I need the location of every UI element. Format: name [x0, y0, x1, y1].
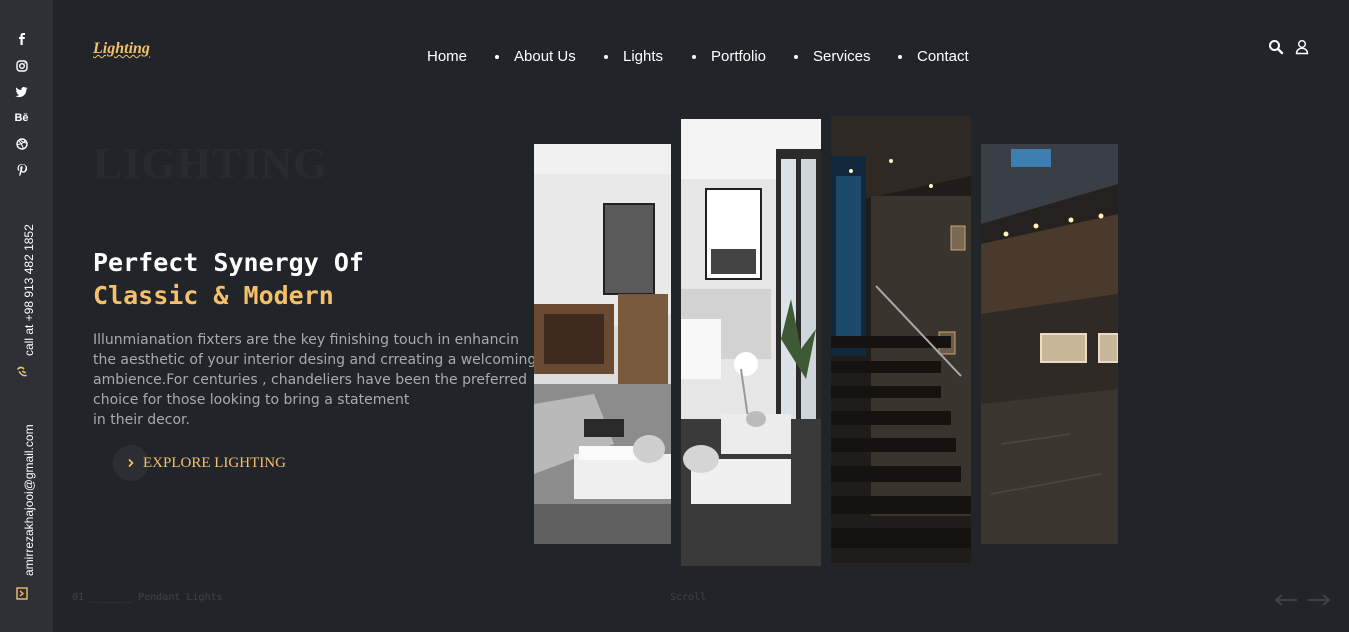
arrow-right-icon[interactable]: [1307, 593, 1331, 611]
interior-image-2: [681, 119, 821, 566]
description-line: the aesthetic of your interior desing an…: [93, 352, 537, 368]
slide-indicator: 01 _______ Pendant Lights: [72, 592, 223, 603]
nav-portfolio[interactable]: Portfolio: [711, 48, 766, 65]
instagram-icon[interactable]: [0, 60, 43, 75]
search-icon[interactable]: [1268, 39, 1284, 55]
nav-about-us[interactable]: About Us: [514, 48, 576, 65]
scroll-indicator[interactable]: Scroll: [670, 592, 706, 603]
description-line: ambience.For centuries , chandeliers hav…: [93, 372, 528, 388]
interior-image-4: [981, 144, 1118, 544]
nav-separator: [794, 55, 798, 59]
ghost-title: LIGHTING: [93, 139, 329, 188]
nav-home[interactable]: Home: [427, 48, 467, 65]
description-line: choice for those looking to bring a stat…: [93, 392, 410, 408]
phone-number[interactable]: call at +98 913 482 1852: [22, 224, 36, 356]
hero-headline: Perfect Synergy Of Classic & Modern: [93, 246, 364, 312]
description-line: Illunmianation fixters are the key finis…: [93, 332, 519, 348]
hero-description: Illunmianation fixters are the key finis…: [93, 330, 537, 430]
nav-services[interactable]: Services: [813, 48, 871, 65]
behance-icon[interactable]: Bē: [0, 112, 43, 124]
nav-contact[interactable]: Contact: [917, 48, 969, 65]
interior-image-1: [534, 144, 671, 544]
nav-lights[interactable]: Lights: [623, 48, 663, 65]
nav-separator: [898, 55, 902, 59]
nav-separator: [692, 55, 696, 59]
phone-icon: [0, 366, 43, 381]
interior-image-3: [831, 116, 971, 563]
dribbble-icon[interactable]: [0, 138, 43, 153]
twitter-icon[interactable]: [0, 86, 43, 101]
mail-icon: [0, 587, 43, 603]
pinterest-icon[interactable]: [0, 164, 43, 179]
explore-lighting-label: EXPLORE LIGHTING: [143, 454, 286, 471]
brand-logo[interactable]: Lighting: [93, 40, 150, 58]
headline-line-2: Classic & Modern: [93, 281, 334, 310]
nav-separator: [495, 55, 499, 59]
explore-lighting-button[interactable]: EXPLORE LIGHTING: [113, 445, 286, 481]
email-address[interactable]: amirrezakhajooi@gmail.com: [22, 424, 36, 576]
headline-line-1: Perfect Synergy Of: [93, 248, 364, 277]
user-icon[interactable]: [1295, 39, 1311, 55]
facebook-icon[interactable]: [0, 33, 43, 48]
description-line: in their decor.: [93, 412, 190, 428]
social-sidebar: Bē call at +98 913 482 1852 amirrezakhaj…: [0, 0, 53, 632]
arrow-left-icon[interactable]: [1274, 593, 1298, 611]
nav-separator: [604, 55, 608, 59]
